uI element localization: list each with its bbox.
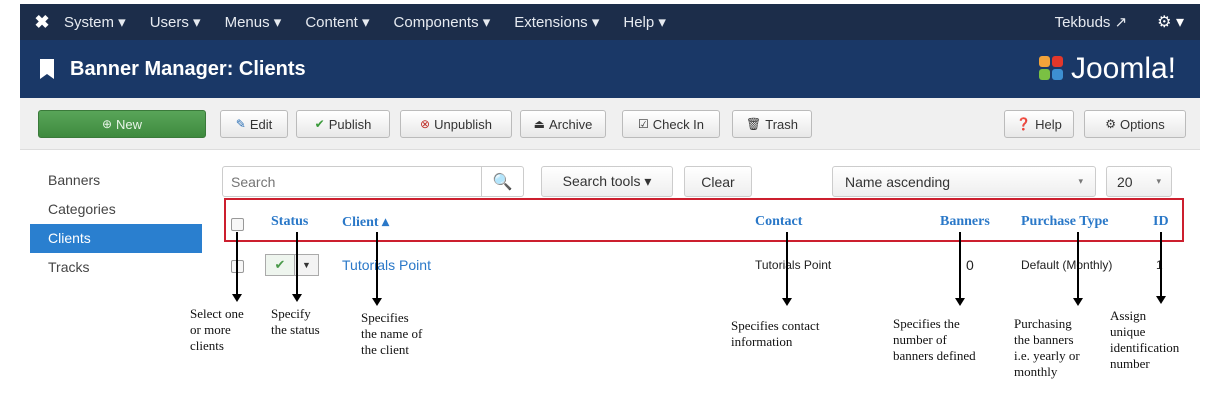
top-navbar: ✖ System ▾ Users ▾ Menus ▾ Content ▾ Com… [20,4,1200,40]
checkbox-icon: ☑ [637,117,649,131]
annotation-arrow-id [1160,232,1162,298]
annotation-select: Select one or more clients [190,306,244,353]
toolbar: ⊕ New ✎ Edit ✔ Publish ⊗ Unpublish ⏏ Archive … [20,98,1200,150]
annotation-id: Assign unique identification number [1110,308,1180,371]
joomla-wordmark: Joomla! [1070,52,1176,85]
menu-content[interactable]: Content ▾ [305,13,369,31]
edit-icon: ✎ [235,117,246,131]
options-label: Options [1119,116,1165,132]
checkin-label: Check In [652,116,705,132]
client-name-link[interactable]: Tutorials Point [342,257,431,273]
column-id[interactable]: ID [1153,214,1169,230]
unpublish-label: Unpublish [434,116,492,132]
select-all-checkbox[interactable] [231,218,244,231]
options-button[interactable]: ⚙ Options [1084,110,1186,138]
annotation-arrowhead-banners [955,298,965,306]
page-title: Banner Manager: Clients [70,57,306,80]
menu-extensions[interactable]: Extensions ▾ [514,13,599,31]
menu-help[interactable]: Help ▾ [623,13,666,31]
menu-components[interactable]: Components ▾ [394,13,491,31]
search-icon[interactable]: 🔍 [481,167,523,196]
help-button[interactable]: ❓ Help [1004,110,1074,138]
sidebar-item-categories[interactable]: Categories [30,195,202,224]
gear-icon: ⚙ [1105,117,1116,131]
contact-value: Tutorials Point [755,258,832,272]
new-label: New [116,116,143,132]
status-dropdown-icon[interactable]: ▼ [295,254,319,276]
sort-value: Name ascending [845,173,951,190]
menu-users[interactable]: Users ▾ [150,13,201,31]
unpublish-button[interactable]: ⊗ Unpublish [400,110,512,138]
annotation-contact: Specifies contact information [731,318,820,349]
archive-icon: ⏏ [533,117,545,131]
annotation-status: Specify the status [271,306,320,337]
sidebar-item-banners[interactable]: Banners [30,166,202,195]
bookmark-icon [40,59,54,79]
menu-menus[interactable]: Menus ▾ [225,13,282,31]
checkin-button[interactable]: ☑ Check In [622,110,720,138]
trash-button[interactable]: 🗑 Trash [732,110,812,138]
annotation-arrow-client [376,232,378,300]
joomla-mark-icon [1038,56,1065,82]
annotation-arrowhead-client [372,298,382,306]
purchase-type-value: Default (Monthly) [1021,258,1113,272]
annotation-arrowhead-purchase [1073,298,1083,306]
gear-icon[interactable]: ⚙ ▾ [1157,12,1184,32]
published-check-icon[interactable]: ✔ [265,254,295,276]
joomla-logo-icon[interactable]: ✖ [20,12,64,33]
annotation-arrow-contact [786,232,788,300]
page-header: Banner Manager: Clients Joomla! [20,40,1200,98]
clear-button[interactable]: Clear [684,166,752,197]
menu-system[interactable]: System ▾ [64,13,126,31]
trash-icon: 🗑 [746,117,762,131]
edit-button[interactable]: ✎ Edit [220,110,288,138]
sidebar-item-tracks[interactable]: Tracks [30,253,202,282]
unpublish-icon: ⊗ [420,117,431,131]
check-icon: ✔ [314,117,325,131]
column-status[interactable]: Status [271,214,308,230]
banners-count: 0 [966,257,974,273]
sidebar: Banners Categories Clients Tracks [30,166,202,282]
annotation-banners: Specifies the number of banners defined [893,316,976,363]
annotation-arrowhead-status [292,294,302,302]
archive-button[interactable]: ⏏ Archive [520,110,606,138]
sidebar-item-clients[interactable]: Clients [30,224,202,253]
search-box: 🔍 [222,166,524,197]
limit-value: 20 [1117,173,1133,190]
annotation-arrow-select [236,232,238,296]
annotation-arrowhead-select [232,294,242,302]
annotation-arrowhead-id [1156,296,1166,304]
chevron-down-icon: ▾ [1156,176,1161,186]
search-tools-button[interactable]: Search tools ▾ [541,166,673,197]
annotation-purchase: Purchasing the banners i.e. yearly or mo… [1014,316,1080,379]
plus-circle-icon: ⊕ [101,117,113,131]
publish-button[interactable]: ✔ Publish [296,110,390,138]
column-purchase-type[interactable]: Purchase Type [1021,214,1109,230]
column-contact[interactable]: Contact [755,214,802,230]
annotation-arrow-status [296,232,298,296]
limit-select[interactable]: 20 ▾ [1106,166,1172,197]
sort-select[interactable]: Name ascending ▾ [832,166,1096,197]
joomla-brand: Joomla! [1038,52,1176,86]
annotation-arrow-purchase [1077,232,1079,300]
new-button[interactable]: ⊕ New [38,110,206,138]
column-client[interactable]: Client ▴ [342,214,389,231]
publish-label: Publish [328,116,372,132]
annotation-client: Specifies the name of the client [361,310,423,357]
edit-label: Edit [249,116,273,132]
annotation-arrowhead-contact [782,298,792,306]
trash-label: Trash [765,116,798,132]
help-label: Help [1035,116,1062,132]
column-banners[interactable]: Banners [940,214,990,230]
archive-label: Archive [548,116,593,132]
search-input[interactable] [223,167,481,196]
annotation-arrow-banners [959,232,961,300]
question-icon: ❓ [1016,117,1032,131]
chevron-down-icon: ▾ [1078,176,1083,186]
site-link[interactable]: Tekbuds ↗ [1055,13,1128,31]
